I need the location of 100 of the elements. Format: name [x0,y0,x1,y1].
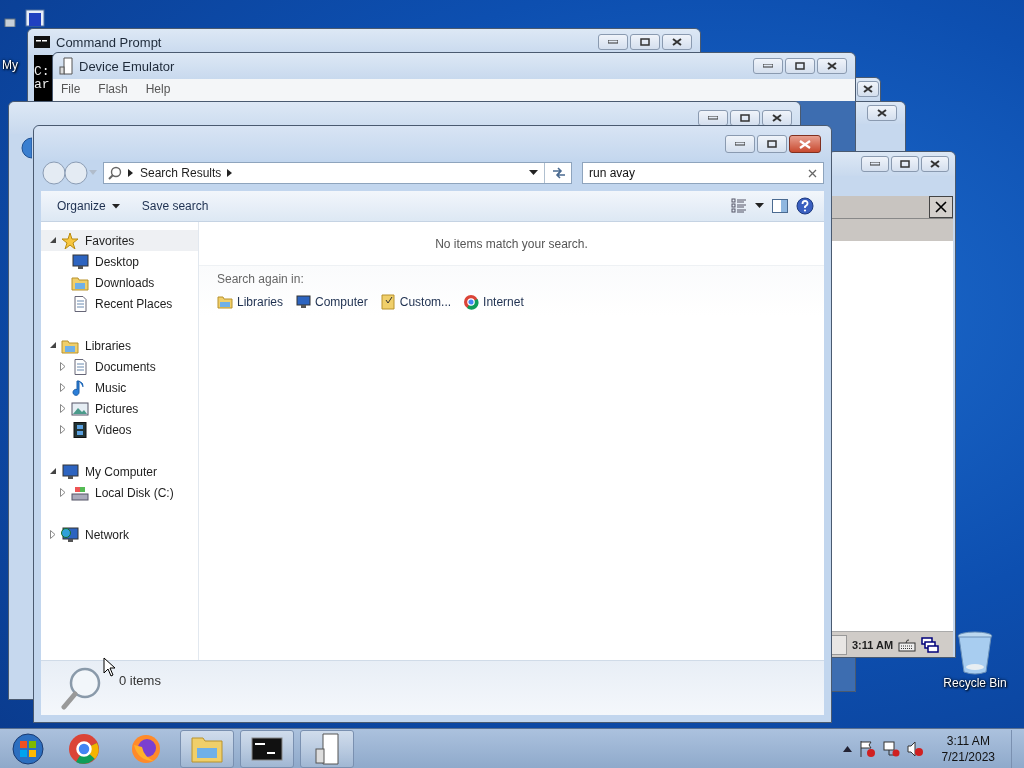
taskbar-button[interactable] [240,729,294,768]
close-button[interactable] [789,135,821,153]
show-hidden-icons-icon[interactable] [842,745,852,752]
close-icon [930,160,940,168]
collapsed-arrow-icon[interactable] [60,404,66,413]
collapsed-arrow-icon[interactable] [60,425,66,434]
close-button[interactable] [762,110,792,126]
keyboard-icon[interactable] [898,637,917,652]
monitor-icon [71,253,89,270]
minimize-button[interactable] [753,58,783,74]
close-button[interactable] [857,81,879,97]
icon-label[interactable]: Recycle Bin [943,676,1007,690]
circle-logo-icon [463,294,480,310]
menu-item[interactable]: Help [145,82,171,98]
maximize-icon [767,140,777,148]
star-icon [61,232,79,249]
tree-item[interactable]: Favorites [41,230,198,251]
breadcrumb-item[interactable]: Search Results [140,166,222,180]
toolbar-button[interactable]: Organize [53,197,124,215]
device-icon [59,57,73,75]
tree-item[interactable]: Network [41,524,198,545]
network-icon[interactable] [881,739,900,758]
search-field[interactable]: run avay [582,162,824,184]
collapsed-arrow-icon[interactable] [60,488,66,497]
expanded-arrow-icon[interactable] [49,237,57,244]
computer-icon[interactable] [2,9,48,27]
refresh-icon[interactable] [551,166,567,180]
tree-item[interactable]: My Computer [41,461,198,482]
tree-item[interactable]: Videos [41,419,198,440]
drive-icon [71,484,89,501]
window-title: Command Prompt [56,34,162,50]
minimize-button[interactable] [598,34,628,50]
caret-icon[interactable] [529,170,538,176]
film-icon [71,421,89,438]
tree-item[interactable]: Libraries [41,335,198,356]
collapsed-arrow-icon[interactable] [50,530,56,539]
collapsed-arrow-icon[interactable] [60,383,66,392]
collapsed-arrow-icon[interactable] [60,362,66,371]
maximize-icon [795,62,805,70]
clear-icon[interactable] [808,168,817,178]
toolbar-button[interactable]: Save search [137,197,213,215]
clock-time[interactable]: 3:11 AM [946,732,990,749]
chevron-icon [227,169,234,177]
maximize-button[interactable] [730,110,760,126]
minimize-button[interactable] [861,156,889,172]
maximize-icon [900,160,910,168]
trash-bin-icon[interactable] [955,630,995,676]
search-location-link[interactable]: Internet [463,294,524,310]
minimize-icon [708,116,718,120]
clock-date[interactable]: 7/21/2023 [941,748,995,765]
tree-item[interactable]: Recent Places [41,293,198,314]
caret-icon[interactable] [755,203,764,209]
icon-label[interactable]: My [2,58,18,72]
maximize-button[interactable] [785,58,815,74]
tree-item[interactable]: Music [41,377,198,398]
close-icon [863,85,873,93]
close-icon [827,62,837,70]
windows-stack-icon[interactable] [921,636,940,653]
menu-item[interactable]: File [61,82,81,98]
search-location-link[interactable]: Computer [295,294,368,310]
address-bar[interactable]: Search Results [103,162,572,184]
folder-icon [61,337,79,354]
search-icon [108,166,122,180]
tree-item[interactable]: Local Disk (C:) [41,482,198,503]
caret-icon [111,203,120,209]
expanded-arrow-icon[interactable] [49,468,57,475]
monitor-icon [61,463,79,480]
close-button[interactable] [867,105,897,121]
search-location-link[interactable]: Libraries [217,294,284,310]
close-icon [772,114,782,122]
close-button[interactable] [817,58,847,74]
minimize-icon [763,64,773,68]
maximize-button[interactable] [891,156,919,172]
search-location-link[interactable]: Custom... [379,294,452,310]
maximize-button[interactable] [630,34,660,50]
tree-item[interactable]: Downloads [41,272,198,293]
minimize-button[interactable] [725,135,755,153]
menu-item[interactable]: Flash [98,82,128,98]
help-icon[interactable] [796,197,814,215]
picture-icon [71,400,89,417]
close-button[interactable] [662,34,692,50]
speaker-muted-icon[interactable] [905,739,924,758]
view-list-icon[interactable] [731,198,747,214]
expanded-arrow-icon[interactable] [49,342,57,349]
close-button[interactable] [929,196,953,218]
preview-pane-icon[interactable] [772,199,788,213]
window-title: Device Emulator [79,58,175,74]
maximize-button[interactable] [757,135,787,153]
tree-item[interactable]: Documents [41,356,198,377]
minimize-icon [870,162,880,166]
fox-logo-icon [130,732,162,765]
flag-icon[interactable] [857,739,876,758]
close-icon [877,109,887,117]
close-button[interactable] [921,156,949,172]
tree-item[interactable]: Pictures [41,398,198,419]
maximize-icon [640,38,650,46]
minimize-button[interactable] [698,110,728,126]
tree-item[interactable]: Desktop [41,251,198,272]
device-icon [314,732,340,765]
console-icon [251,736,283,761]
